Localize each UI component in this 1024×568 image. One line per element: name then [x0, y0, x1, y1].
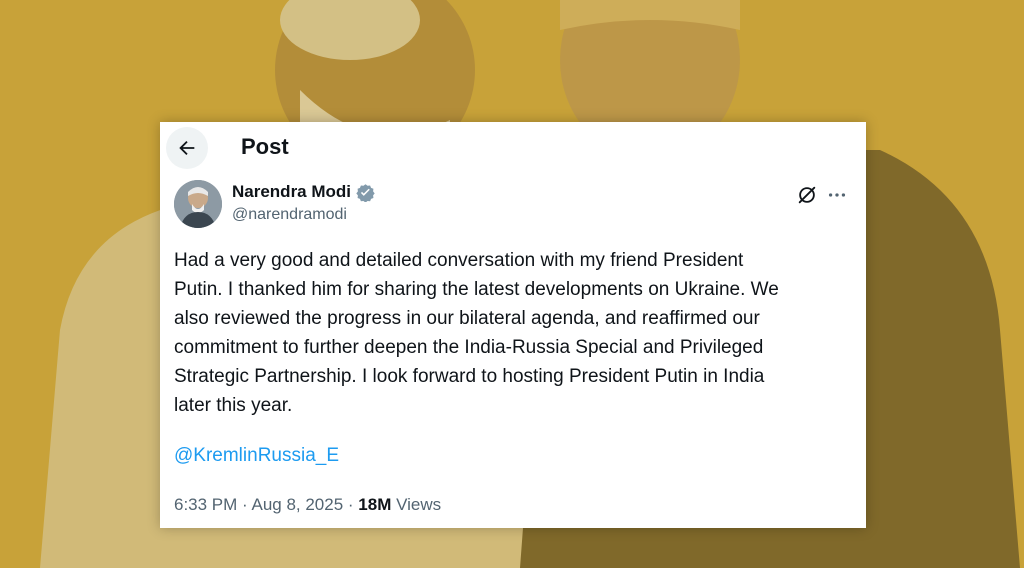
meta-separator: · [343, 495, 359, 514]
author-handle[interactable]: @narendramodi [232, 206, 347, 224]
meta-separator: · [237, 495, 252, 514]
page-title: Post [241, 134, 289, 159]
grok-icon[interactable] [796, 184, 818, 206]
author-name-text: Narendra Modi [232, 182, 352, 201]
avatar[interactable] [174, 180, 222, 228]
arrow-left-icon [179, 140, 195, 156]
avatar-image [174, 180, 222, 228]
mention-link[interactable]: @KremlinRussia_E [174, 445, 339, 467]
tweet-metadata: 6:33 PM · Aug 8, 2025 · 18M Views [174, 495, 441, 515]
post-header: Post [160, 122, 866, 172]
verified-badge-icon [356, 183, 375, 202]
author-name[interactable]: Narendra Modi [232, 182, 375, 202]
tweet-text: Had a very good and detailed conversatio… [174, 250, 779, 416]
views-label: Views [391, 495, 442, 514]
tweet-date[interactable]: Aug 8, 2025 [251, 495, 343, 514]
back-button[interactable] [166, 127, 208, 169]
tweet-time[interactable]: 6:33 PM [174, 495, 237, 514]
more-horizontal-icon[interactable] [826, 184, 848, 206]
views-count: 18M [358, 495, 392, 514]
post-card: Post Narendra Modi @narendramodi Had a v… [160, 122, 866, 528]
